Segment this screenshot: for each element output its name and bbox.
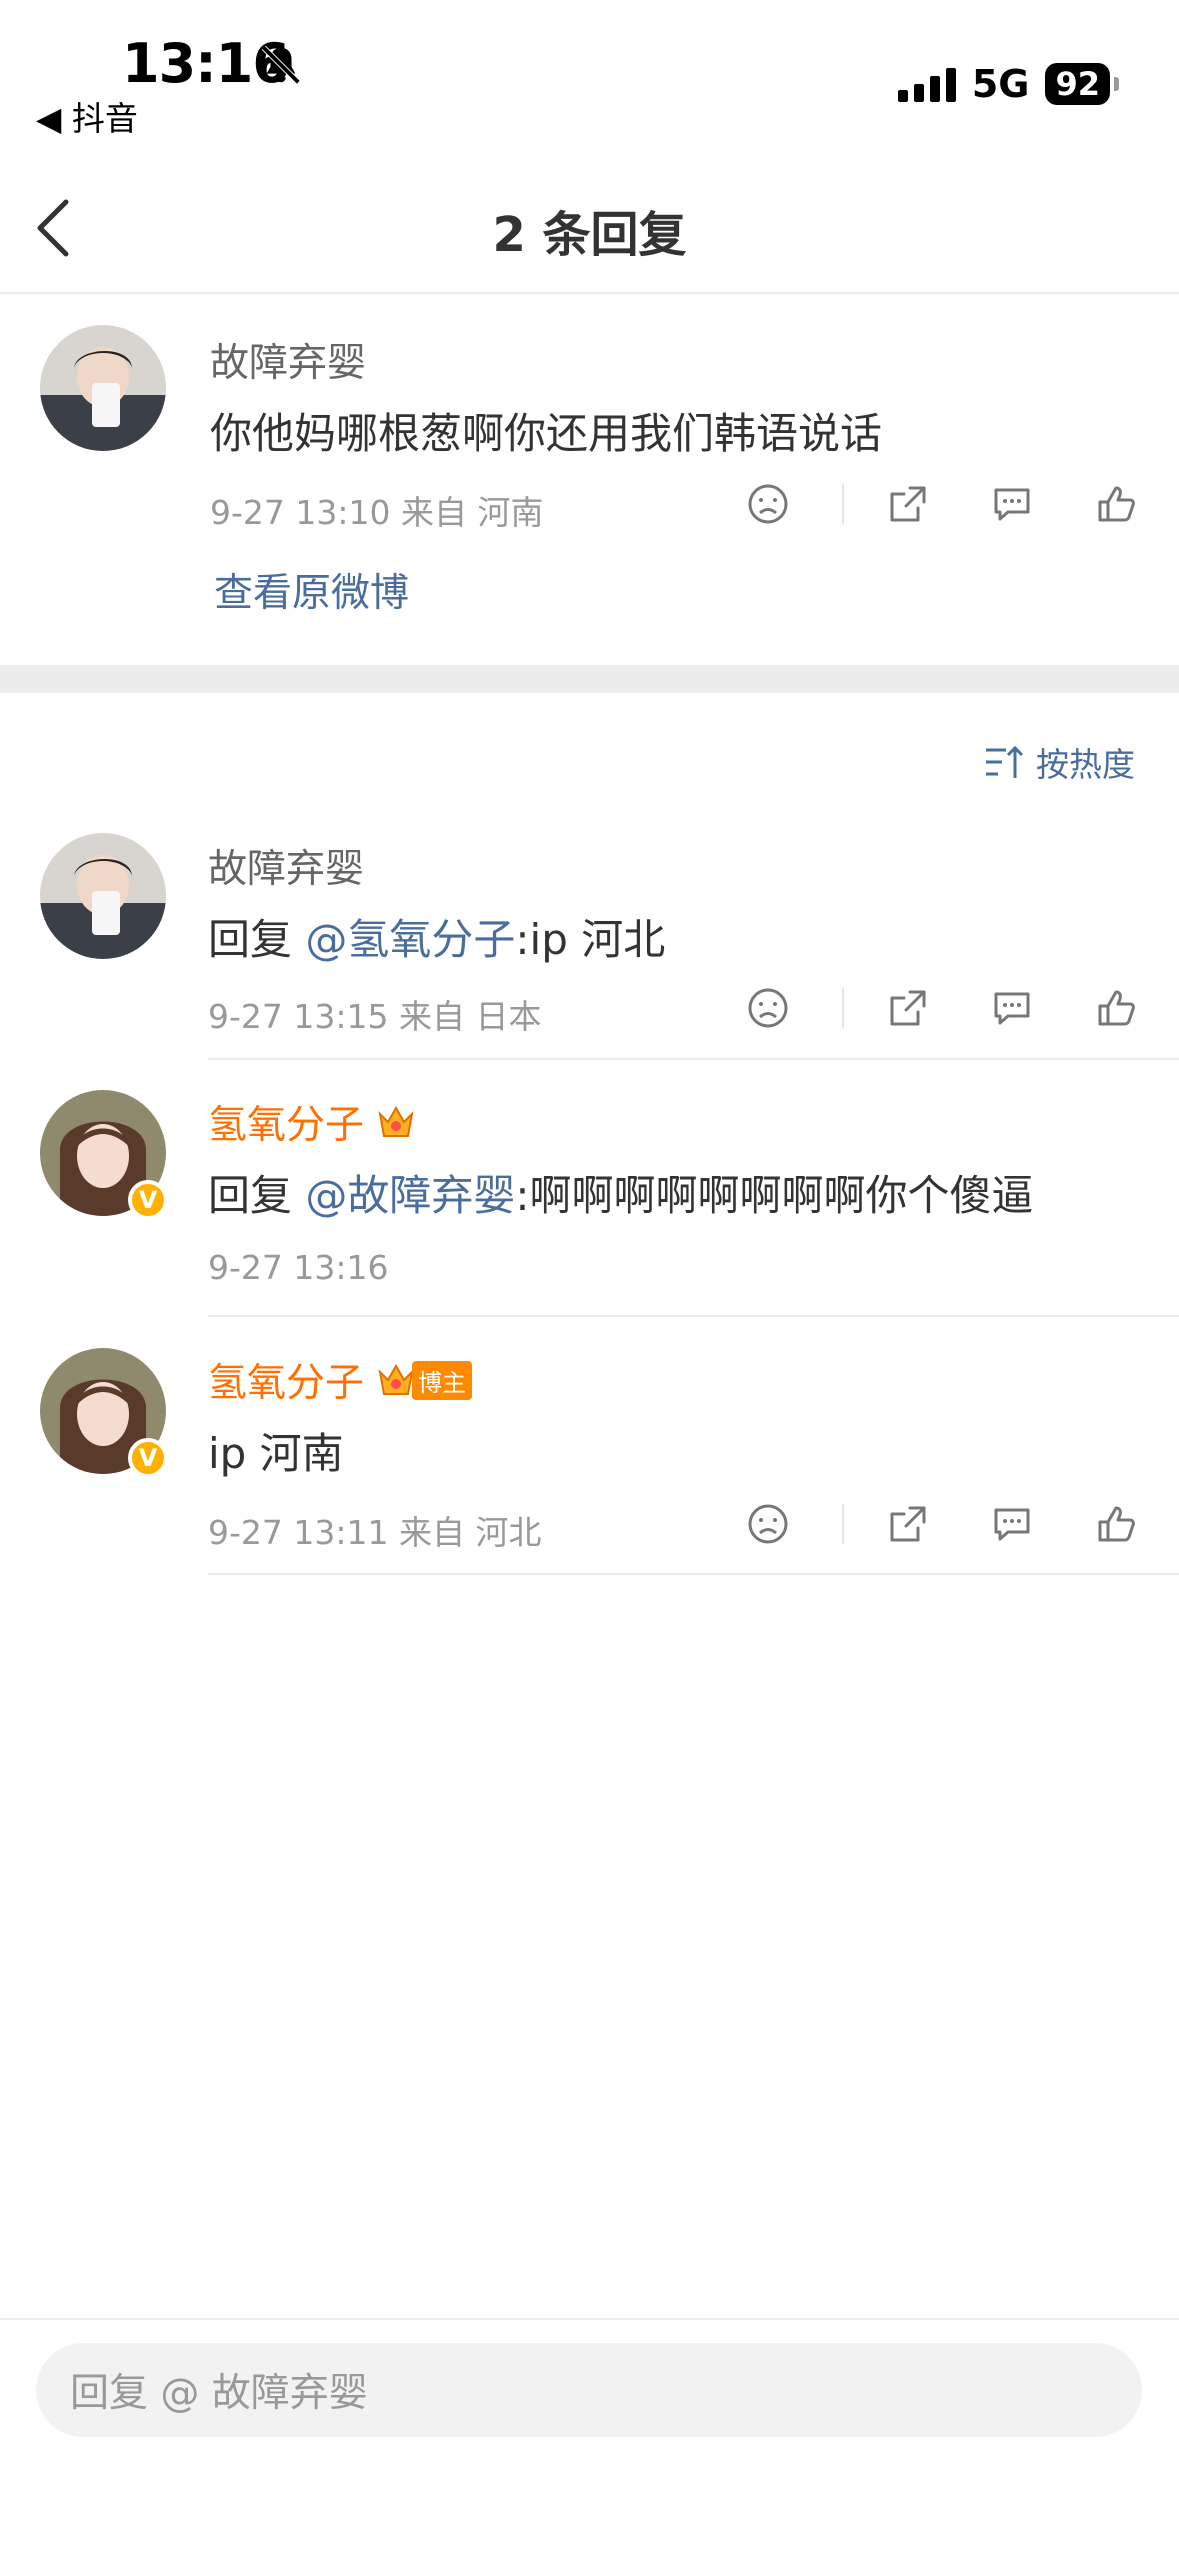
blogger-tag: 博主 (412, 1360, 473, 1400)
reply-actions (746, 1502, 1138, 1546)
comment-icon[interactable] (990, 986, 1034, 1030)
reply-username[interactable]: 氢氧分子 (208, 1094, 364, 1150)
comment-meta: 9-27 13:10 来自 河南 (210, 493, 544, 532)
comment-text: 你他妈哪根葱啊你还用我们韩语说话 (210, 409, 883, 458)
dislike-icon[interactable] (746, 482, 790, 526)
status-indicators: 5G 92 (897, 62, 1119, 106)
like-icon[interactable] (1094, 482, 1138, 526)
reply-username[interactable]: 氢氧分子 (208, 1352, 364, 1408)
reply-body: :ip 河北 (515, 915, 666, 964)
reply-text: ip 河南 (208, 1429, 344, 1478)
reply-actions (746, 986, 1138, 1030)
reply-username[interactable]: 故障弃婴 (208, 838, 364, 894)
reply-text: 回复 @氢氧分子:ip 河北 (208, 906, 665, 967)
action-separator (842, 988, 844, 1028)
sort-icon (986, 745, 1024, 778)
blogger-badge: 博主 (374, 1358, 473, 1402)
battery-level: 92 (1045, 63, 1110, 105)
comment-username[interactable]: 故障弃婴 (210, 332, 366, 388)
avatar[interactable] (40, 833, 166, 959)
comment-icon[interactable] (990, 482, 1034, 526)
share-icon[interactable] (886, 986, 930, 1030)
avatar-male-image (40, 325, 166, 451)
back-to-app-link[interactable]: ◀ 抖音 (36, 92, 138, 140)
reply-meta: 9-27 13:11 来自 河北 (208, 1513, 542, 1552)
bell-muted-icon (261, 45, 301, 85)
sort-label: 按热度 (1036, 745, 1135, 784)
action-separator (842, 484, 844, 524)
bottom-divider (0, 2318, 1179, 2320)
reply-divider (208, 1058, 1179, 1060)
section-divider (0, 665, 1179, 693)
dislike-icon[interactable] (746, 1502, 790, 1546)
view-original-weibo-link[interactable]: 查看原微博 (214, 562, 409, 618)
like-icon[interactable] (1094, 1502, 1138, 1546)
network-type: 5G (971, 62, 1030, 106)
like-icon[interactable] (1094, 986, 1138, 1030)
mention-link[interactable]: @故障弃婴 (305, 1171, 515, 1220)
reply-divider (208, 1315, 1179, 1317)
verified-badge: V (128, 1180, 168, 1220)
avatar[interactable] (40, 325, 166, 451)
comment-actions (746, 482, 1138, 526)
avatar-male-image (40, 833, 166, 959)
comment-icon[interactable] (990, 1502, 1034, 1546)
reply-prefix: 回复 (208, 1171, 306, 1220)
share-icon[interactable] (886, 1502, 930, 1546)
reply-divider (208, 1573, 1179, 1575)
reply-username-row[interactable]: 氢氧分子 (208, 1094, 418, 1150)
mention-link[interactable]: @氢氧分子 (305, 915, 515, 964)
reply-text: 回复 @故障弃婴:啊啊啊啊啊啊啊啊你个傻逼 (208, 1162, 1034, 1223)
reply-input[interactable]: 回复 @ 故障弃婴 (36, 2343, 1142, 2437)
verified-badge: V (128, 1438, 168, 1478)
vip-crown-icon (378, 1105, 414, 1137)
page-title: 2 条回复 (492, 207, 687, 263)
header-divider (0, 292, 1179, 294)
share-icon[interactable] (886, 482, 930, 526)
reply-prefix: 回复 (208, 915, 306, 964)
sort-by-hot-button[interactable]: 按热度 (984, 738, 1135, 786)
signal-icon (897, 66, 956, 102)
action-separator (842, 1504, 844, 1544)
dislike-icon[interactable] (746, 986, 790, 1030)
battery-icon (1114, 77, 1119, 91)
reply-body: :啊啊啊啊啊啊啊啊你个傻逼 (515, 1171, 1034, 1220)
reply-meta: 9-27 13:15 来自 日本 (208, 997, 542, 1036)
reply-username-row[interactable]: 氢氧分子 博主 (208, 1352, 473, 1408)
reply-meta: 9-27 13:16 (208, 1248, 389, 1287)
